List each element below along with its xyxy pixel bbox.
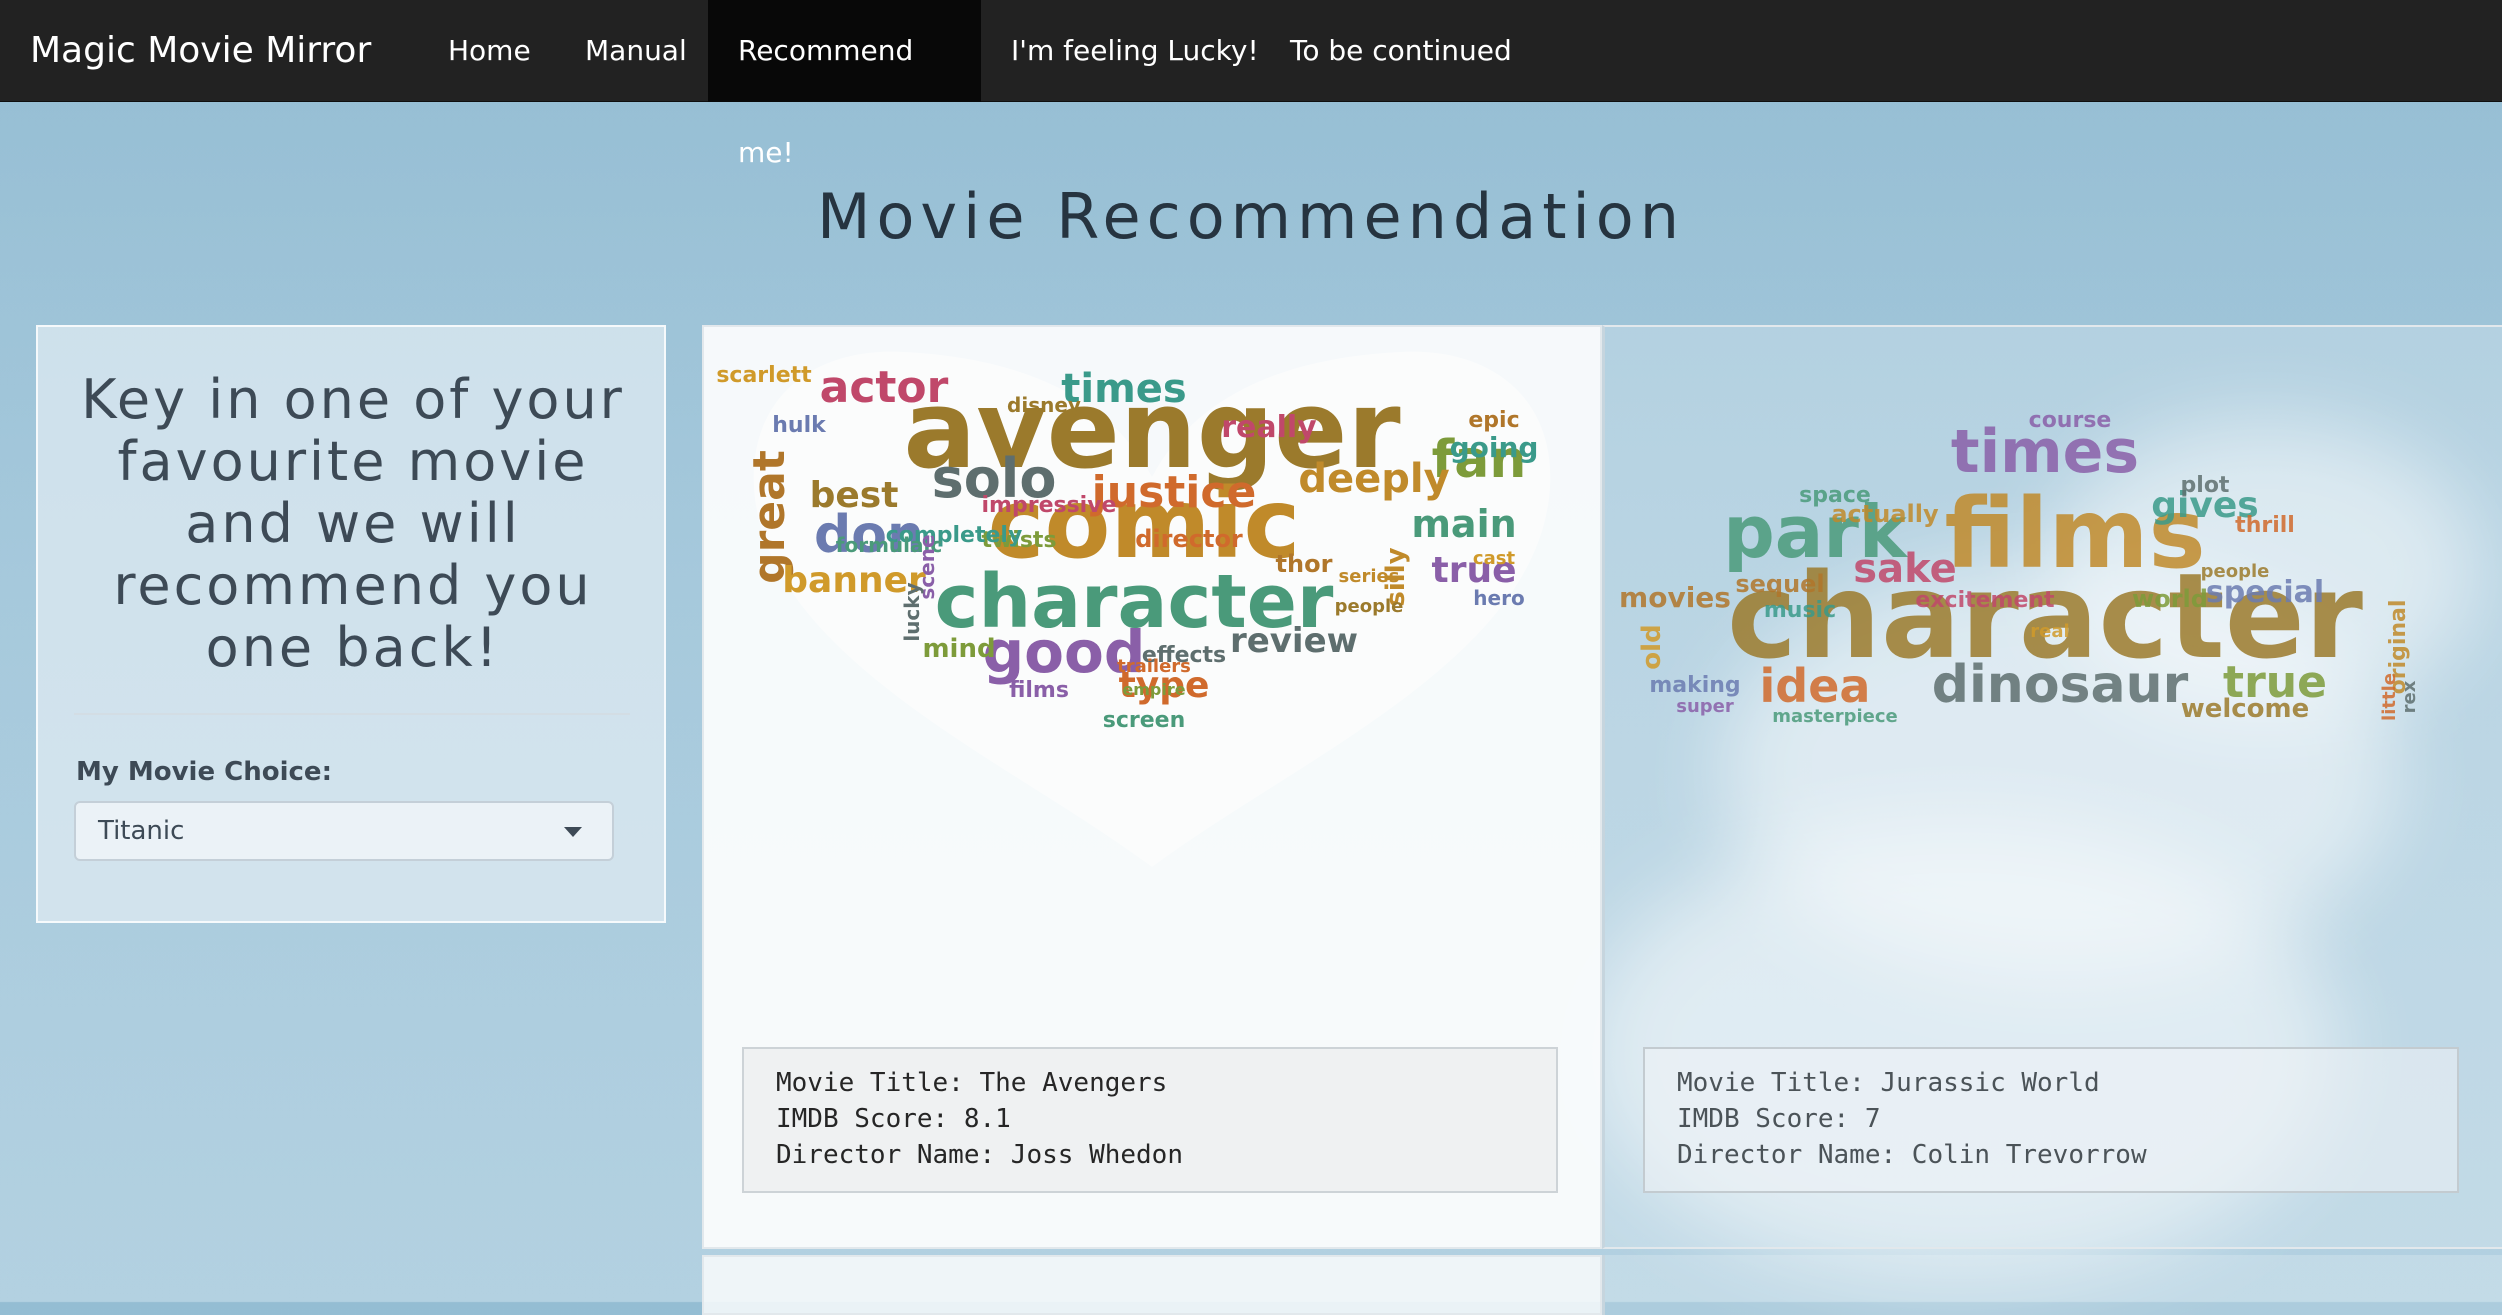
chevron-down-icon[interactable] [564,827,582,837]
word-cloud-word: review [1230,621,1358,661]
word-cloud-word: main [1411,502,1516,546]
word-cloud-word: music [1764,598,1836,623]
movie-title-line: Movie Title: The Avengers [776,1068,1168,1098]
word-cloud-word: dinosaur [1932,655,2189,715]
word-cloud-word: little [2379,673,2400,721]
word-cloud-word: idea [1760,659,1871,713]
heading-line: Key in one of your [81,368,625,431]
imdb-score-line: IMDB Score: 8.1 [776,1104,1011,1134]
word-cloud-word: deeply [1298,456,1449,502]
next-card-edge [1602,1255,2502,1315]
word-cloud-word: scarlett [716,363,812,388]
word-cloud-word: hero [1473,586,1524,610]
page-title: Movie Recommendation [817,180,1685,253]
word-cloud-word: films [1009,678,1069,703]
word-cloud-word: world [2132,585,2208,613]
word-cloud-word: going [1450,431,1539,464]
word-cloud-word: actor [820,362,949,413]
word-cloud-word: disney [1007,393,1081,417]
word-cloud-heart: avengercomiccharactergoodsolo justicefana… [716,351,1551,867]
word-cloud-word: epic [1468,408,1519,433]
word-cloud-word: real [2030,621,2069,642]
word-cloud-word: thrill [2235,513,2295,538]
word-cloud-word: lucky [900,582,924,641]
word-cloud-word: trailers [1117,656,1191,677]
word-cloud-word: people [1335,596,1404,617]
word-cloud-word: course [2029,408,2112,433]
nav-home[interactable]: Home [418,0,561,102]
heading-line: and we will [185,492,521,555]
movie-info-box: Movie Title: The Avengers IMDB Score: 8.… [742,1047,1558,1193]
word-cloud-word: movies [1619,581,1731,614]
nav-manual[interactable]: Manual [555,0,717,102]
word-cloud-word: mind [922,634,995,664]
top-navbar: Magic Movie Mirror Home Manual Recommend… [0,0,2502,169]
movie-title-line: Movie Title: Jurassic World [1677,1068,2100,1098]
nav-recommend[interactable]: Recommend me! [708,0,981,169]
word-cloud-word: hulk [772,413,827,438]
word-cloud-word: masterpiece [1772,706,1897,727]
word-cloud-word: people [2201,561,2270,582]
word-cloud-word: empire [1122,680,1185,699]
word-cloud-word: rex [2399,680,2420,713]
word-cloud-word: plot [2181,473,2230,498]
director-line: Director Name: Joss Whedon [776,1140,1183,1170]
word-cloud-word: thor [1276,550,1333,578]
word-cloud-word: welcome [2181,694,2310,724]
word-cloud-word: super [1676,696,1734,717]
word-cloud-word: impressive [982,493,1117,518]
word-cloud-cloud: characterfilmsparktimesdinosauridea trues… [1619,408,2420,727]
imdb-score-line: IMDB Score: 7 [1677,1104,1881,1134]
heading-line: one back! [205,616,501,679]
nav-to-be-continued[interactable]: To be continued [1260,0,1542,102]
recommendation-card: avenger comic character good solo justice fan a… [702,325,1602,1249]
instruction-heading: Key in one of your favourite movie and w… [68,369,638,679]
word-cloud-word: space [1799,483,1871,508]
movie-choice-select[interactable]: Titanic [74,801,614,861]
word-cloud-word: really [1221,410,1317,445]
divider [74,713,630,715]
word-cloud-word: making [1649,673,1740,698]
recommendation-card: character films park times dinosaur idea true s… [1602,325,2502,1249]
input-panel: Key in one of your favourite movie and w… [36,325,666,923]
word-cloud-word: best [810,475,899,516]
word-cloud-word: sake [1853,546,1956,592]
movie-info-box: Movie Title: Jurassic World IMDB Score: … [1643,1047,2459,1193]
word-cloud-word: sequel [1735,570,1824,598]
word-cloud-word: screen [1103,708,1186,733]
word-cloud-word: excitement [1915,588,2055,613]
word-cloud-word: old [1637,624,1667,669]
brand-title[interactable]: Magic Movie Mirror [30,0,371,102]
heading-line: favourite movie [117,430,589,493]
nav-feeling-lucky[interactable]: I'm feeling Lucky! [981,0,1289,102]
word-cloud-word: series [1339,566,1400,587]
selected-movie: Titanic [98,816,185,846]
word-cloud-word: director [1135,525,1243,553]
word-cloud-word: cast [1473,548,1516,569]
director-line: Director Name: Colin Trevorrow [1677,1140,2147,1170]
movie-choice-label: My Movie Choice: [76,757,332,787]
next-card-edge [702,1255,1602,1315]
heading-line: recommend you [113,554,593,617]
